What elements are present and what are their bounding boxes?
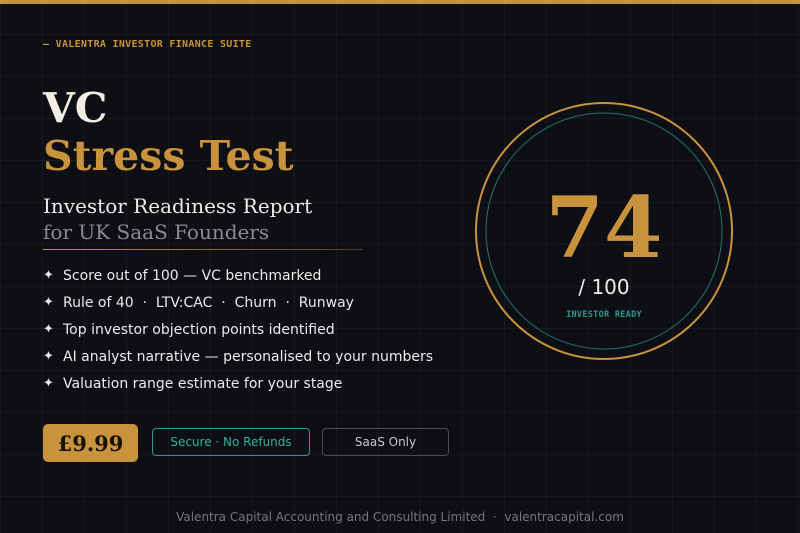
sparkle-icon: ✦ [43, 349, 54, 364]
top-accent-bar [0, 0, 800, 4]
footer-text: Valentra Capital Accounting and Consulti… [176, 510, 624, 524]
brand-eyebrow: — VALENTRA INVESTOR FINANCE SUITE [43, 39, 252, 50]
feature-item: ✦ Rule of 40 · LTV:CAC · Churn · Runway [43, 289, 433, 316]
sparkle-icon: ✦ [43, 376, 54, 391]
score-value: 74 [545, 178, 663, 277]
price-button[interactable]: £9.99 [43, 424, 138, 462]
feature-text: Top investor objection points identified [63, 321, 335, 338]
feature-item: ✦ Score out of 100 — VC benchmarked [43, 262, 433, 289]
feature-item: ✦ Valuation range estimate for your stag… [43, 370, 433, 397]
feature-item: ✦ Top investor objection points identifi… [43, 316, 433, 343]
secure-badge: Secure · No Refunds [152, 428, 310, 456]
sparkle-icon: ✦ [43, 295, 54, 310]
hero-subtitle-line1: Investor Readiness Report [43, 194, 313, 218]
saas-only-badge: SaaS Only [322, 428, 449, 456]
feature-list: ✦ Score out of 100 — VC benchmarked ✦ Ru… [43, 262, 433, 397]
hero-subtitle-line2: for UK SaaS Founders [43, 220, 270, 244]
feature-text: AI analyst narrative — personalised to y… [63, 348, 434, 365]
hero-title-line2: Stress Test [43, 132, 294, 180]
score-status-label: INVESTOR READY [566, 310, 642, 320]
feature-text: Score out of 100 — VC benchmarked [63, 267, 322, 284]
sparkle-icon: ✦ [43, 322, 54, 337]
sparkle-icon: ✦ [43, 268, 54, 283]
feature-item: ✦ AI analyst narrative — personalised to… [43, 343, 433, 370]
section-divider [43, 249, 363, 250]
hero-title-line1: VC [43, 84, 108, 132]
score-out-of: / 100 [578, 275, 630, 299]
feature-text: Rule of 40 · LTV:CAC · Churn · Runway [63, 294, 354, 311]
feature-text: Valuation range estimate for your stage [63, 375, 343, 392]
